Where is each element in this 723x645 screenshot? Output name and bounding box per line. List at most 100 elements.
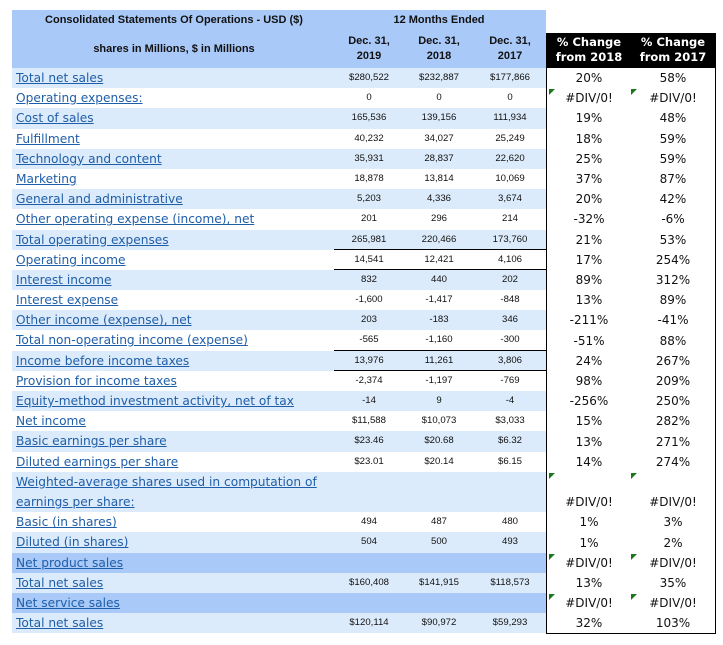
- pct-change-from-2017[interactable]: 312%: [631, 270, 715, 290]
- pct-change-from-2017[interactable]: 87%: [631, 169, 715, 189]
- cell-value-2017[interactable]: 202: [475, 270, 545, 290]
- row-label-link[interactable]: Equity-method investment activity, net o…: [16, 391, 294, 411]
- cell-value-2019[interactable]: [334, 593, 404, 613]
- cell-value-2017[interactable]: -848: [475, 290, 545, 310]
- cell-value-2017[interactable]: [475, 553, 545, 573]
- cell-value-2019[interactable]: 165,536: [334, 108, 404, 128]
- row-label-link[interactable]: Operating income: [16, 250, 125, 270]
- row-label-link[interactable]: Marketing: [16, 169, 77, 189]
- cell-value-2018[interactable]: 487: [404, 512, 474, 532]
- cell-value-2019[interactable]: $160,408: [334, 573, 404, 593]
- pct-change-from-2017[interactable]: 89%: [631, 290, 715, 310]
- cell-value-2018[interactable]: 4,336: [404, 189, 474, 209]
- cell-value-2017[interactable]: -769: [475, 371, 545, 391]
- cell-value-2018[interactable]: $232,887: [404, 68, 474, 88]
- pct-change-from-2017[interactable]: 103%: [631, 613, 715, 633]
- pct-change-from-2017[interactable]: 254%: [631, 250, 715, 270]
- pct-change-from-2017[interactable]: 59%: [631, 149, 715, 169]
- row-label-link[interactable]: Total net sales: [16, 613, 103, 633]
- cell-value-2019[interactable]: $11,588: [334, 411, 404, 431]
- column-header-2018[interactable]: Dec. 31, 2018: [404, 34, 474, 64]
- cell-value-2017[interactable]: 3,674: [475, 189, 545, 209]
- cell-value-2018[interactable]: -1,160: [404, 330, 474, 350]
- row-label-link[interactable]: Net service sales: [16, 593, 120, 613]
- pct-change-from-2017[interactable]: -6%: [631, 209, 715, 229]
- pct-change-from-2018[interactable]: -32%: [547, 209, 631, 229]
- cell-value-2018[interactable]: $20.14: [404, 452, 474, 472]
- cell-value-2019[interactable]: 203: [334, 310, 404, 330]
- row-label-link[interactable]: Interest income: [16, 270, 111, 290]
- cell-value-2018[interactable]: 296: [404, 209, 474, 229]
- cell-value-2019[interactable]: $120,114: [334, 613, 404, 633]
- pct-change-from-2017[interactable]: #DIV/0!: [631, 553, 715, 573]
- row-label-link[interactable]: General and administrative: [16, 189, 183, 209]
- pct-change-from-2017[interactable]: 59%: [631, 129, 715, 149]
- cell-value-2017[interactable]: 0: [475, 88, 545, 108]
- row-label-link[interactable]: Cost of sales: [16, 108, 94, 128]
- pct-change-from-2017[interactable]: 48%: [631, 108, 715, 128]
- cell-value-2017[interactable]: -4: [475, 391, 545, 411]
- pct-header-from-2018[interactable]: % Change from 2018: [547, 35, 631, 65]
- cell-value-2018[interactable]: -183: [404, 310, 474, 330]
- pct-change-from-2017[interactable]: 58%: [631, 68, 715, 88]
- cell-value-2017[interactable]: 480: [475, 512, 545, 532]
- cell-value-2019[interactable]: -2,374: [334, 371, 404, 391]
- pct-change-from-2018[interactable]: 24%: [547, 351, 631, 371]
- cell-value-2019[interactable]: 13,976: [334, 351, 404, 371]
- error-indicator-icon[interactable]: [549, 553, 555, 560]
- row-label-link[interactable]: Diluted earnings per share: [16, 452, 178, 472]
- cell-value-2018[interactable]: 500: [404, 532, 474, 552]
- error-indicator-icon[interactable]: [549, 473, 555, 479]
- cell-value-2018[interactable]: 440: [404, 270, 474, 290]
- error-indicator-icon[interactable]: [549, 594, 555, 601]
- cell-value-2018[interactable]: 28,837: [404, 149, 474, 169]
- pct-change-from-2018[interactable]: 21%: [547, 230, 631, 250]
- cell-value-2018[interactable]: $10,073: [404, 411, 474, 431]
- cell-value-2018[interactable]: $20.68: [404, 431, 474, 451]
- cell-value-2018[interactable]: 139,156: [404, 108, 474, 128]
- pct-change-from-2017[interactable]: 271%: [631, 432, 715, 452]
- cell-value-2017[interactable]: 111,934: [475, 108, 545, 128]
- cell-value-2018[interactable]: 0: [404, 88, 474, 108]
- cell-value-2017[interactable]: 4,106: [475, 250, 545, 270]
- cell-value-2019[interactable]: -565: [334, 330, 404, 350]
- pct-change-from-2018[interactable]: 20%: [547, 189, 631, 209]
- pct-change-from-2018[interactable]: -256%: [547, 391, 631, 411]
- pct-change-from-2017[interactable]: 2%: [631, 533, 715, 553]
- cell-value-2019[interactable]: 40,232: [334, 129, 404, 149]
- column-header-2017[interactable]: Dec. 31, 2017: [475, 34, 545, 64]
- pct-change-from-2017[interactable]: 267%: [631, 351, 715, 371]
- row-label-link[interactable]: Basic earnings per share: [16, 431, 167, 451]
- pct-header-from-2017[interactable]: % Change from 2017: [631, 35, 715, 65]
- cell-value-2017[interactable]: [475, 593, 545, 613]
- pct-change-from-2018[interactable]: #DIV/0!: [547, 88, 631, 108]
- pct-change-from-2017[interactable]: #DIV/0!: [631, 492, 715, 512]
- cell-value-2017[interactable]: $59,293: [475, 613, 545, 633]
- pct-change-from-2017[interactable]: 274%: [631, 452, 715, 472]
- pct-change-from-2018[interactable]: 25%: [547, 149, 631, 169]
- cell-value-2017[interactable]: $3,033: [475, 411, 545, 431]
- cell-value-2018[interactable]: $90,972: [404, 613, 474, 633]
- pct-change-from-2017[interactable]: 250%: [631, 391, 715, 411]
- pct-change-from-2017[interactable]: 209%: [631, 371, 715, 391]
- row-label-link[interactable]: Total net sales: [16, 68, 103, 88]
- error-indicator-icon[interactable]: [549, 89, 555, 96]
- pct-change-from-2017[interactable]: #DIV/0!: [631, 593, 715, 613]
- pct-change-from-2018[interactable]: 32%: [547, 613, 631, 633]
- cell-value-2018[interactable]: -1,197: [404, 371, 474, 391]
- error-indicator-icon[interactable]: [631, 89, 637, 96]
- pct-change-from-2018[interactable]: 15%: [547, 411, 631, 431]
- cell-value-2019[interactable]: $23.01: [334, 452, 404, 472]
- cell-value-2017[interactable]: $6.15: [475, 452, 545, 472]
- pct-change-from-2017[interactable]: 35%: [631, 573, 715, 593]
- cell-value-2019[interactable]: [334, 553, 404, 573]
- cell-value-2018[interactable]: [404, 492, 474, 512]
- row-label-link[interactable]: Net income: [16, 411, 86, 431]
- cell-value-2019[interactable]: 832: [334, 270, 404, 290]
- cell-value-2019[interactable]: 35,931: [334, 149, 404, 169]
- cell-value-2017[interactable]: 214: [475, 209, 545, 229]
- row-label-link[interactable]: Other income (expense), net: [16, 310, 192, 330]
- cell-value-2019[interactable]: -14: [334, 391, 404, 411]
- cell-value-2019[interactable]: -1,600: [334, 290, 404, 310]
- pct-change-from-2018[interactable]: 13%: [547, 573, 631, 593]
